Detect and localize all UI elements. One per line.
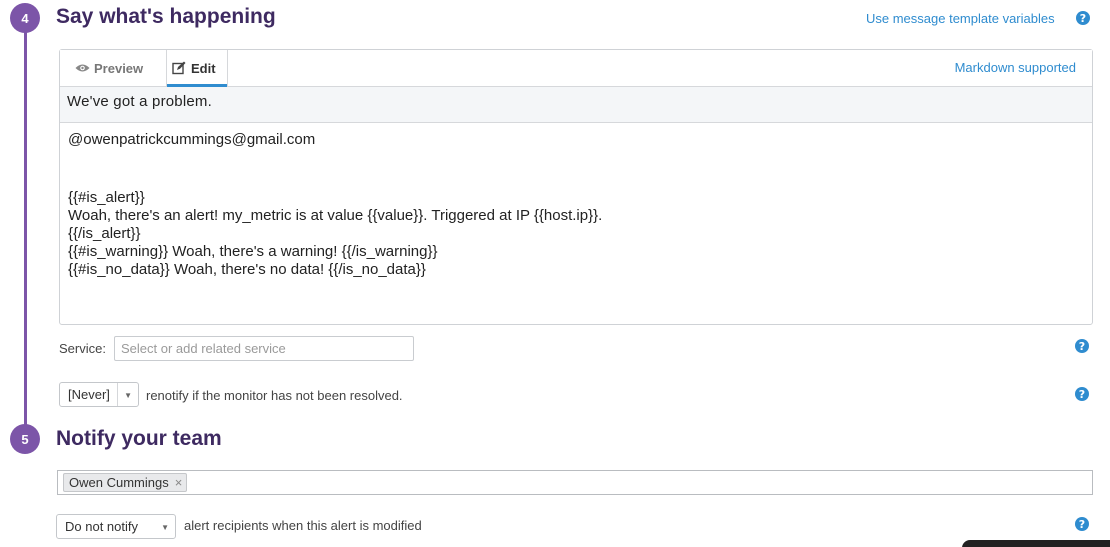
- tab-edit-label: Edit: [191, 60, 216, 76]
- message-editor: Preview Edit Markdown supported We've go…: [59, 49, 1093, 325]
- overlay-panel-edge: [962, 540, 1110, 547]
- editor-tabs: Preview Edit Markdown supported: [60, 50, 1092, 87]
- recipient-chip: Owen Cummings ×: [63, 473, 188, 492]
- step-number-badge: 5: [10, 424, 40, 454]
- step-progress-rail: [24, 18, 27, 440]
- body-line: {{#is_alert}}: [68, 189, 145, 206]
- service-input[interactable]: [114, 336, 414, 361]
- edit-pencil-icon: [171, 61, 187, 75]
- message-subject-field[interactable]: We've got a problem.: [60, 87, 1092, 123]
- markdown-supported-note: Markdown supported: [954, 60, 1076, 75]
- help-icon[interactable]: ?: [1076, 11, 1090, 25]
- tab-edit[interactable]: Edit: [166, 50, 228, 87]
- section-title-notify-your-team: Notify your team: [56, 427, 222, 450]
- chevron-down-icon: ▼: [161, 523, 169, 532]
- body-line: [68, 171, 1084, 189]
- help-icon[interactable]: ?: [1075, 339, 1089, 353]
- eye-icon: [74, 63, 90, 73]
- body-line: @owenpatrickcummings@gmail.com: [68, 131, 316, 148]
- modify-notify-selected-value: Do not notify: [65, 519, 138, 534]
- modify-notify-description: alert recipients when this alert is modi…: [184, 518, 422, 533]
- renotify-description: renotify if the monitor has not been res…: [146, 388, 403, 403]
- template-variables-link[interactable]: Use message template variables: [866, 11, 1055, 26]
- body-line: {{/is_alert}}: [68, 225, 141, 242]
- tab-preview[interactable]: Preview: [74, 50, 143, 86]
- recipient-chip-label: Owen Cummings: [69, 475, 169, 490]
- chevron-down-icon: ▼: [124, 391, 132, 400]
- tab-preview-label: Preview: [94, 60, 144, 76]
- service-label: Service:: [59, 341, 106, 356]
- section-title-say-whats-happening: Say what's happening: [56, 5, 276, 28]
- body-line: Woah, there's an alert! my_metric is at …: [68, 207, 603, 224]
- renotify-interval-select[interactable]: [Never] ▼: [59, 382, 139, 407]
- body-line: [68, 153, 1084, 171]
- help-icon[interactable]: ?: [1075, 517, 1089, 531]
- message-body-textarea[interactable]: @owenpatrickcummings@gmail.com {{#is_ale…: [60, 123, 1092, 324]
- modify-notify-select[interactable]: Do not notify ▼: [56, 514, 176, 539]
- recipients-input[interactable]: Owen Cummings ×: [57, 470, 1093, 495]
- renotify-selected-value: [Never]: [68, 387, 110, 402]
- close-icon[interactable]: ×: [175, 475, 183, 490]
- step-number-badge: 4: [10, 3, 40, 33]
- select-divider: [117, 383, 118, 406]
- body-line: {{#is_warning}} Woah, there's a warning!…: [68, 243, 438, 260]
- body-line: {{#is_no_data}} Woah, there's no data! {…: [68, 261, 426, 278]
- help-icon[interactable]: ?: [1075, 387, 1089, 401]
